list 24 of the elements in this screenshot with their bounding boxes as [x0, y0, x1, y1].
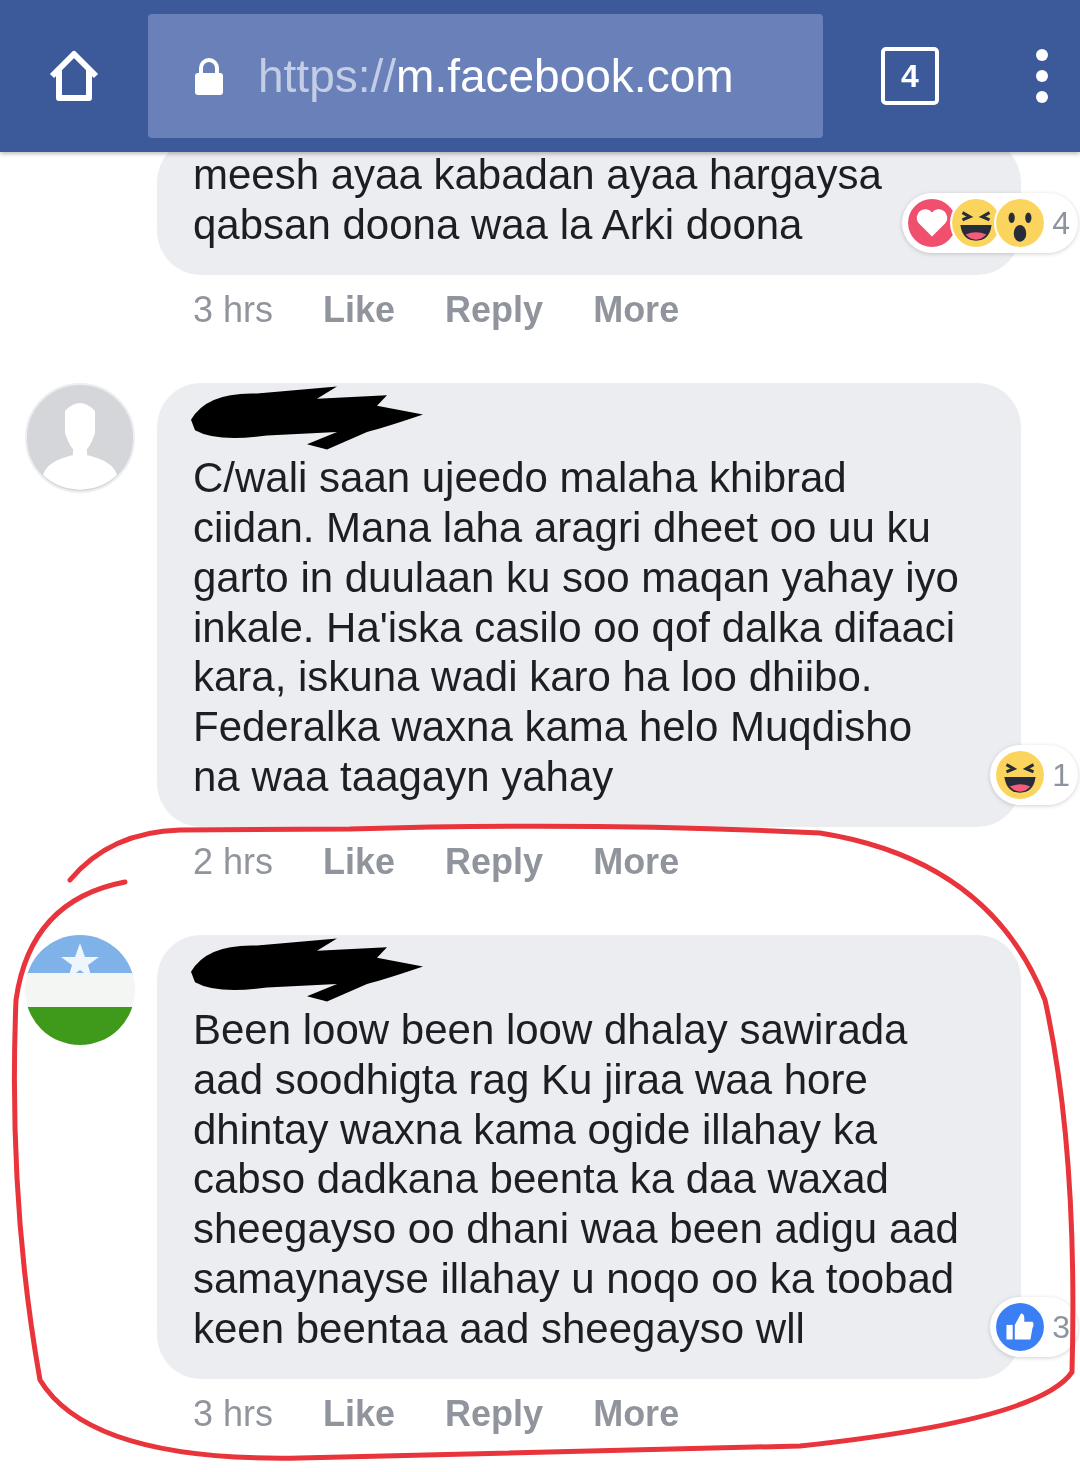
comment-action-link[interactable]: Like: [323, 1393, 396, 1436]
comment-action-link[interactable]: More: [593, 289, 680, 332]
comment-action-link[interactable]: Reply: [445, 841, 544, 884]
tab-count-button[interactable]: 4: [881, 47, 939, 105]
comment-action-link[interactable]: More: [593, 841, 680, 884]
comment-action-link[interactable]: Reply: [445, 289, 544, 332]
comment-text: C/wali saan ujeedo malaha khibrad ciidan. Mana laha aragri dheet oo uu ku garto in duulaan ku soo maqan yahay iyo inkale. Ha'iska casilo oo qof dalka difaaci kara, iskuna wadi karo ha loo dhiibo. Federalka waxna kama helo Muqdisho na waa taagayn yahay: [193, 453, 959, 802]
avatar[interactable]: [25, 935, 135, 1046]
lock-icon: [192, 56, 226, 96]
comment-action-link[interactable]: Like: [323, 841, 396, 884]
comment-action-link[interactable]: Reply: [445, 1393, 544, 1436]
comment-text: meesh ayaa kabadan ayaa hargaysa qabsan doona waa la Arki doona: [193, 152, 882, 250]
comment-time: 2 hrs: [193, 841, 274, 884]
reaction-summary[interactable]: 1: [990, 745, 1078, 806]
comment-time: 3 hrs: [193, 289, 274, 332]
reaction-summary[interactable]: 4: [902, 193, 1078, 254]
comment-text: Been loow been loow dhalay sawirada aad soodhigta rag Ku jiraa waa hore dhintay waxna kama ogide illahay ka cabso dadkana beenta ka daa waxad sheegayso oo dhani waa been adigu aad samaynayse illahay u noqo oo ka toobad keen beentaa aad sheegayso wll: [193, 1005, 959, 1354]
reaction-summary[interactable]: 3: [990, 1297, 1078, 1358]
comment-action-link[interactable]: More: [593, 1393, 680, 1436]
comment-time: 3 hrs: [193, 1393, 274, 1436]
comment-action-link[interactable]: Like: [323, 289, 396, 332]
url-text: https://m.facebook.com: [258, 49, 734, 103]
address-bar[interactable]: https://m.facebook.com: [148, 14, 823, 138]
menu-icon[interactable]: [1035, 48, 1049, 104]
